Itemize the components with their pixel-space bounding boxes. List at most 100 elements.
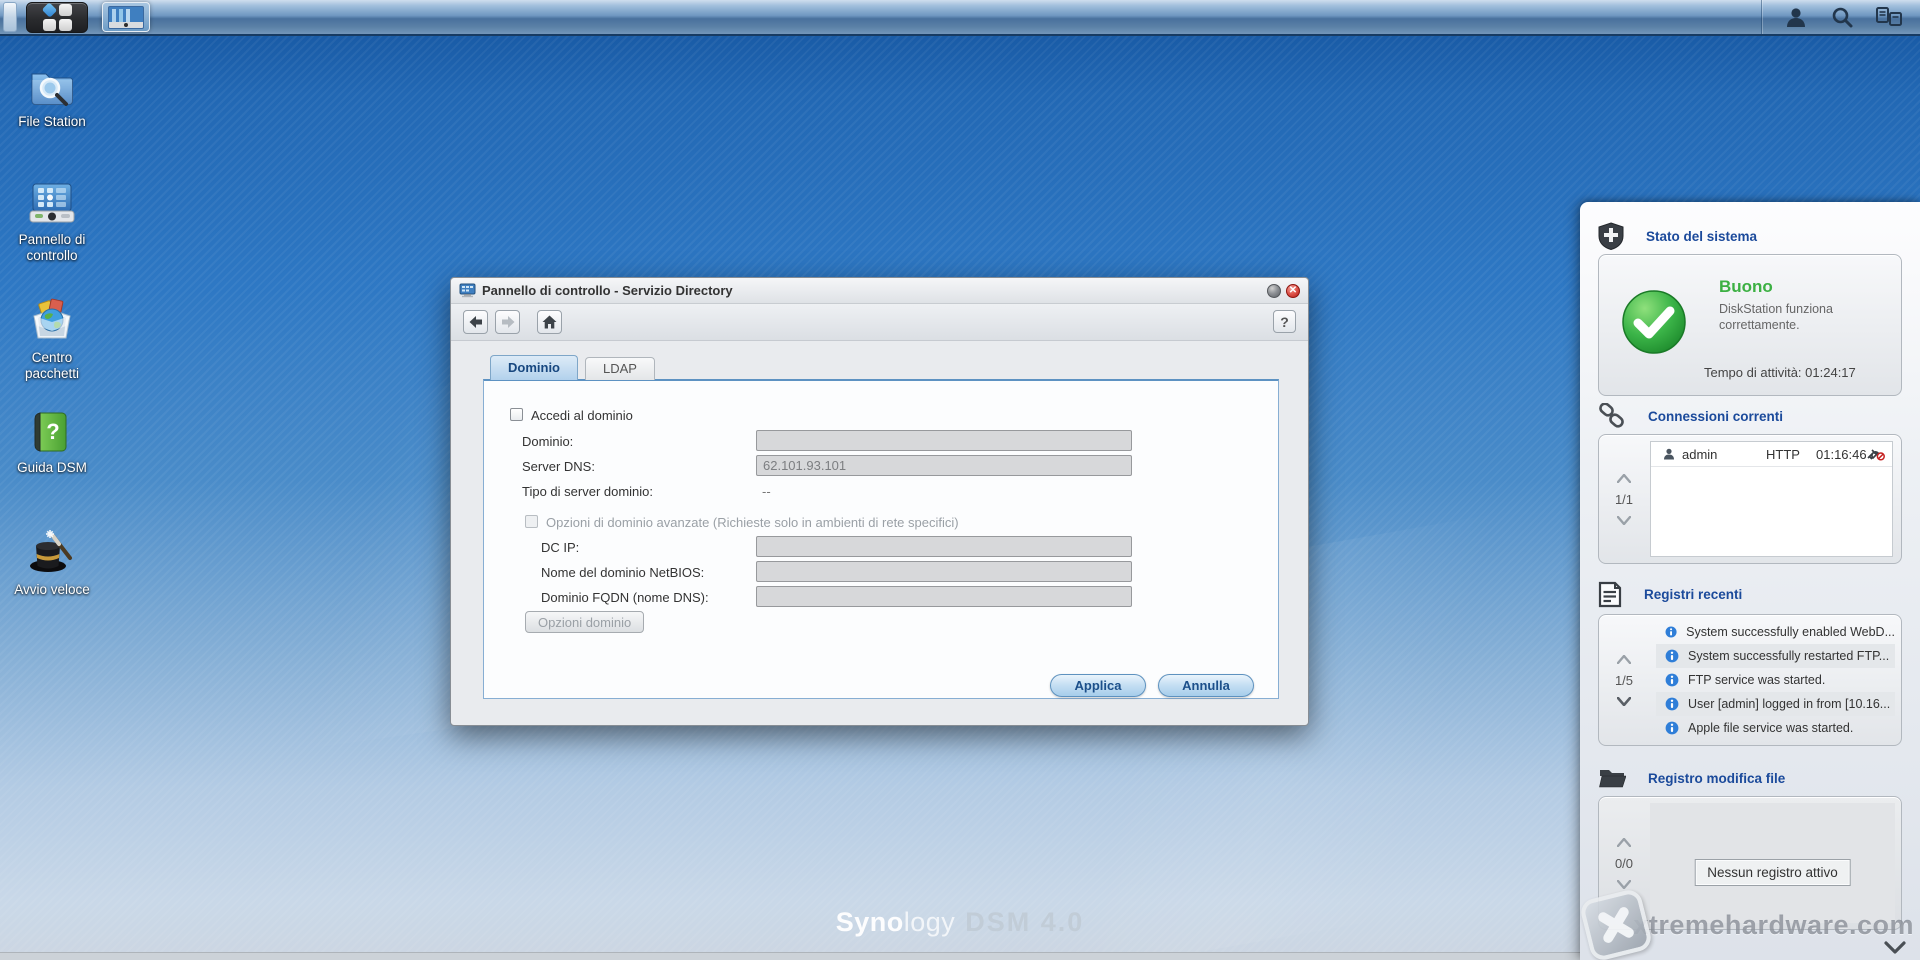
- domain-options-button: Opzioni dominio: [525, 611, 645, 633]
- log-text: System successfully enabled WebD...: [1686, 625, 1895, 639]
- dns-server-input: [756, 455, 1132, 476]
- quick-start-icon: [30, 530, 72, 572]
- pager-down-icon[interactable]: [1617, 696, 1631, 706]
- file-change-log-header: Registro modifica file: [1598, 764, 1785, 792]
- connection-user: admin: [1682, 446, 1718, 462]
- dns-server-label: Server DNS:: [522, 459, 595, 474]
- window-buttons: ✕: [1267, 283, 1300, 298]
- connection-time: 01:16:46: [1816, 446, 1867, 462]
- main-menu-button[interactable]: [26, 1, 88, 33]
- main-menu-square-icon: [58, 3, 72, 16]
- back-button[interactable]: [463, 310, 488, 334]
- apply-button[interactable]: Applica: [1050, 674, 1146, 697]
- window-title-icon: [459, 283, 476, 298]
- desktop-icon-control-panel[interactable]: Pannello di controllo: [6, 182, 98, 263]
- back-arrow-icon: [469, 316, 482, 328]
- system-status-title: Stato del sistema: [1646, 228, 1758, 244]
- pager-down-icon[interactable]: [1617, 515, 1631, 525]
- join-domain-label: Accedi al dominio: [531, 408, 633, 423]
- log-row: System successfully restarted FTP...: [1656, 644, 1895, 668]
- log-text: FTP service was started.: [1688, 673, 1826, 687]
- pager-up-icon[interactable]: [1617, 473, 1631, 483]
- info-icon: [1665, 626, 1677, 638]
- pager-up-icon[interactable]: [1617, 837, 1631, 847]
- log-row: User [admin] logged in from [10.16...: [1656, 692, 1895, 716]
- connections-list: admin HTTP 01:16:46: [1650, 441, 1893, 557]
- disconnect-icon[interactable]: [1867, 448, 1885, 461]
- main-menu-square-icon: [42, 18, 56, 31]
- desktop-icon-label: File Station: [18, 114, 86, 129]
- desktop-icon-file-station[interactable]: File Station: [6, 66, 98, 130]
- window-title: Pannello di controllo - Servizio Directo…: [482, 283, 733, 298]
- info-icon: [1665, 673, 1679, 687]
- svg-text:?: ?: [46, 419, 59, 444]
- pager-down-icon[interactable]: [1617, 879, 1631, 889]
- main-menu-diamond-icon: [41, 1, 57, 18]
- log-text: System successfully restarted FTP...: [1688, 649, 1890, 663]
- taskbar-left-group: [0, 0, 150, 34]
- desktop-icon-label: Avvio veloce: [14, 582, 90, 597]
- desktop-icon-quick-start[interactable]: Avvio veloce: [6, 528, 98, 598]
- dc-ip-label: DC IP:: [541, 540, 580, 555]
- recent-logs-pager: 1/5: [1599, 615, 1649, 745]
- minimize-button[interactable]: [1267, 283, 1281, 298]
- user-icon[interactable]: [1784, 5, 1808, 29]
- control-panel-thumbnail-icon: [108, 5, 144, 29]
- server-type-value: --: [762, 484, 771, 499]
- file-change-log-pager-count: 0/0: [1614, 855, 1634, 871]
- dsm-help-icon: ?: [34, 412, 67, 452]
- tab-dominio[interactable]: Dominio: [490, 355, 578, 380]
- server-type-label: Tipo di server dominio:: [522, 484, 654, 499]
- help-button[interactable]: ?: [1273, 310, 1296, 333]
- taskbar: [0, 0, 1920, 36]
- desktop-icon-label: Pannello di controllo: [18, 232, 86, 263]
- control-panel-window: Pannello di controllo - Servizio Directo…: [450, 277, 1309, 726]
- pilot-view-icon[interactable]: [1876, 5, 1902, 29]
- desktop-icon-dsm-help[interactable]: ? Guida DSM: [6, 410, 98, 476]
- connections-pager-count: 1/1: [1614, 491, 1634, 507]
- connections-panel: 1/1 admin HTTP 01:16:46: [1598, 434, 1902, 564]
- tab-ldap[interactable]: LDAP: [585, 357, 655, 380]
- show-desktop-button[interactable]: [3, 2, 17, 32]
- desktop-icon-package-center[interactable]: Centro pacchetti: [6, 298, 98, 381]
- system-status-header: Stato del sistema: [1598, 222, 1757, 250]
- domain-form-panel: Accedi al dominio Dominio: Server DNS: T…: [483, 379, 1279, 699]
- cancel-button[interactable]: Annulla: [1158, 674, 1254, 697]
- shield-icon: [1598, 222, 1624, 250]
- desktop-icon-label: Centro pacchetti: [24, 350, 80, 381]
- control-panel-icon: [29, 183, 75, 223]
- uptime-text: Tempo di attività: 01:24:17: [1704, 365, 1856, 380]
- log-row: FTP service was started.: [1656, 668, 1895, 692]
- forward-arrow-icon: [501, 316, 514, 328]
- forward-button: [495, 310, 520, 334]
- log-document-icon: [1598, 581, 1622, 607]
- advanced-options-label: Opzioni di dominio avanzate (Richieste s…: [546, 515, 959, 530]
- main-menu-square-icon: [58, 18, 72, 31]
- home-icon: [542, 315, 557, 329]
- watermark-x-badge-icon: [1578, 887, 1654, 960]
- recent-logs-header: Registri recenti: [1598, 580, 1742, 608]
- log-text: User [admin] logged in from [10.16...: [1688, 697, 1891, 711]
- no-active-log-message: Nessun registro attivo: [1694, 859, 1851, 886]
- close-button[interactable]: ✕: [1286, 283, 1300, 298]
- log-row: Apple file service was started.: [1656, 716, 1895, 740]
- status-value: Buono: [1719, 277, 1773, 296]
- search-icon[interactable]: [1830, 5, 1854, 29]
- status-description: DiskStation funziona correttamente.: [1719, 302, 1833, 333]
- pager-up-icon[interactable]: [1617, 654, 1631, 664]
- taskbar-right-group: [1761, 0, 1920, 34]
- link-icon: [1599, 403, 1624, 428]
- file-change-log-title: Registro modifica file: [1648, 770, 1786, 786]
- netbios-input: [756, 561, 1132, 582]
- recent-logs-list: System successfully enabled WebD... Syst…: [1656, 620, 1895, 740]
- info-icon: [1665, 697, 1679, 711]
- recent-logs-pager-count: 1/5: [1614, 672, 1634, 688]
- connections-title: Connessioni correnti: [1648, 408, 1784, 424]
- taskbar-app-control-panel[interactable]: [102, 2, 150, 32]
- home-button[interactable]: [537, 310, 562, 334]
- info-icon: [1665, 649, 1679, 663]
- log-row: System successfully enabled WebD...: [1656, 620, 1895, 644]
- window-titlebar[interactable]: Pannello di controllo - Servizio Directo…: [451, 278, 1308, 304]
- join-domain-checkbox[interactable]: [510, 408, 523, 421]
- brand-text-bold: Syno: [835, 907, 904, 937]
